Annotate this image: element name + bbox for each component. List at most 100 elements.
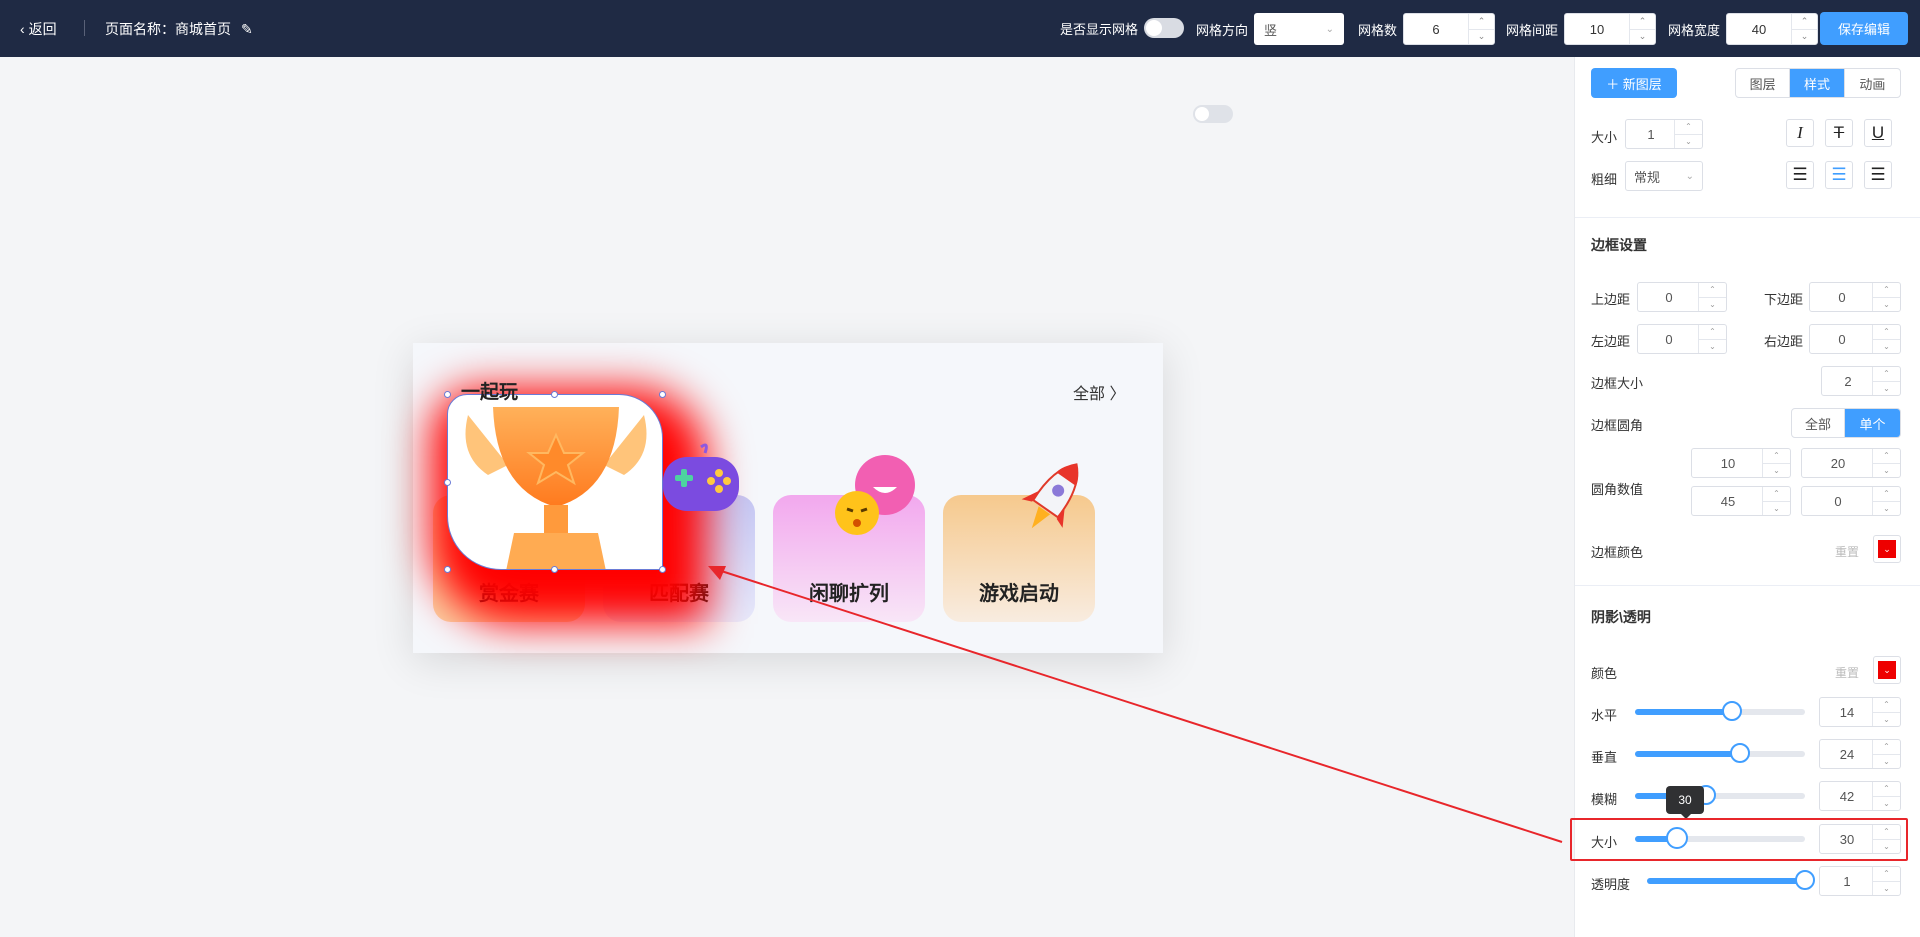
increment-icon[interactable]: ⌃ [1763,449,1790,464]
resize-handle-b[interactable] [551,566,558,573]
decrement-icon[interactable]: ⌄ [1699,298,1726,312]
shadow-x-slider[interactable] [1635,701,1805,721]
increment-icon[interactable]: ⌃ [1873,449,1900,464]
border-color-picker[interactable]: ⌄ [1873,535,1901,563]
decrement-icon[interactable]: ⌄ [1630,30,1655,45]
opacity-input[interactable]: 1 ⌃ ⌄ [1819,866,1901,896]
show-grid-toggle[interactable] [1144,18,1185,38]
top-toolbar: ‹ 返回 页面名称：商城首页 ✎ 是否显示网格 网格方向 竖 ⌄ 网格数 6 ⌃… [0,0,1920,57]
decrement-icon[interactable]: ⌄ [1873,755,1900,769]
emoji-icon [835,455,915,535]
align-left-icon[interactable]: ☰ [1786,161,1814,189]
decrement-icon[interactable]: ⌄ [1792,30,1817,45]
divider [1575,217,1920,218]
grid-gap-input[interactable]: 10 ⌃ ⌄ [1564,13,1657,45]
resize-handle-l[interactable] [444,479,451,486]
shadow-color-reset[interactable]: 重置 [1835,664,1859,681]
radius-mode-all[interactable]: 全部 [1792,409,1846,437]
radius-bl-input[interactable]: 45 ⌃ ⌄ [1691,486,1791,516]
selected-image-element[interactable] [447,394,663,570]
decrement-icon[interactable]: ⌄ [1873,340,1900,354]
decrement-icon[interactable]: ⌄ [1873,713,1900,727]
tab-layers[interactable]: 图层 [1736,69,1791,97]
decrement-icon[interactable]: ⌄ [1699,340,1726,354]
resize-handle-br[interactable] [659,566,666,573]
increment-icon[interactable]: ⌃ [1763,487,1790,502]
italic-icon[interactable]: I [1786,119,1814,147]
view-all-link[interactable]: 全部 〉 [1073,380,1125,404]
resize-handle-bl[interactable] [444,566,451,573]
margin-top-input[interactable]: 0 ⌃ ⌄ [1637,282,1727,312]
shadow-blur-input[interactable]: 42 ⌃ ⌄ [1819,781,1901,811]
increment-icon[interactable]: ⌃ [1873,325,1900,340]
underline-icon[interactable]: U [1864,119,1892,147]
decrement-icon[interactable]: ⌄ [1873,298,1900,312]
resize-handle-t[interactable] [551,391,558,398]
shadow-y-slider[interactable] [1635,743,1805,763]
decrement-icon[interactable]: ⌄ [1763,464,1790,478]
increment-icon[interactable]: ⌃ [1792,14,1818,30]
grid-count-input[interactable]: 6 ⌃ ⌄ [1403,13,1496,45]
increment-icon[interactable]: ⌃ [1675,120,1702,135]
back-button[interactable]: ‹ 返回 [20,19,57,39]
margin-right-input[interactable]: 0 ⌃ ⌄ [1809,324,1901,354]
strikethrough-icon[interactable]: T [1825,119,1853,147]
increment-icon[interactable]: ⌃ [1630,14,1656,30]
canvas-toggle[interactable] [1193,105,1233,123]
shadow-y-input[interactable]: 24 ⌃ ⌄ [1819,739,1901,769]
slider-thumb[interactable] [1730,743,1751,763]
radius-br-input[interactable]: 0 ⌃ ⌄ [1801,486,1901,516]
decrement-icon[interactable]: ⌄ [1873,502,1900,516]
radius-tl-input[interactable]: 10 ⌃ ⌄ [1691,448,1791,478]
highlight-box [1570,818,1908,861]
increment-icon[interactable]: ⌃ [1699,325,1726,340]
save-button[interactable]: 保存编辑 [1820,12,1908,45]
decrement-icon[interactable]: ⌄ [1873,382,1900,396]
decrement-icon[interactable]: ⌄ [1469,30,1494,45]
decrement-icon[interactable]: ⌄ [1873,882,1900,896]
increment-icon[interactable]: ⌃ [1873,740,1900,755]
radius-mode: 全部 单个 [1791,408,1901,438]
align-center-icon[interactable]: ☰ [1825,161,1853,189]
resize-handle-tr[interactable] [659,391,666,398]
increment-icon[interactable]: ⌃ [1873,698,1900,713]
game-card-component[interactable]: 一起玩 全部 〉 赏金赛 匹配赛 闲聊扩列 游戏启动 [413,343,1163,653]
align-right-icon[interactable]: ☰ [1864,161,1892,189]
increment-icon[interactable]: ⌃ [1873,367,1900,382]
grid-direction-select[interactable]: 竖 ⌄ [1254,13,1345,45]
opacity-slider[interactable] [1647,870,1815,890]
slider-thumb[interactable] [1795,870,1815,890]
tab-animation[interactable]: 动画 [1845,69,1900,97]
border-color-reset[interactable]: 重置 [1835,543,1859,560]
increment-icon[interactable]: ⌃ [1469,14,1495,30]
radius-values-label: 圆角数值 [1591,482,1644,497]
margin-bottom-input[interactable]: 0 ⌃ ⌄ [1809,282,1901,312]
decrement-icon[interactable]: ⌄ [1763,502,1790,516]
increment-icon[interactable]: ⌃ [1873,283,1900,298]
increment-icon[interactable]: ⌃ [1873,867,1900,882]
tab-style[interactable]: 样式 [1790,69,1845,97]
radius-mode-single[interactable]: 单个 [1845,409,1900,437]
radius-tr-input[interactable]: 20 ⌃ ⌄ [1801,448,1901,478]
weight-select[interactable]: 常规 ⌄ [1625,161,1703,191]
increment-icon[interactable]: ⌃ [1699,283,1726,298]
rocket-icon [1021,463,1079,529]
new-layer-button[interactable]: ＋ 新图层 [1591,68,1677,98]
resize-handle-tl[interactable] [444,391,451,398]
shadow-blur-slider[interactable] [1635,785,1805,805]
border-size-input[interactable]: 2 ⌃ ⌄ [1821,366,1901,396]
decrement-icon[interactable]: ⌄ [1873,464,1900,478]
shadow-color-picker[interactable]: ⌄ [1873,656,1901,684]
font-size-input[interactable]: 1 ⌃ ⌄ [1625,119,1703,149]
increment-icon[interactable]: ⌃ [1873,782,1900,797]
chevron-left-icon: ‹ [20,21,25,37]
increment-icon[interactable]: ⌃ [1873,487,1900,502]
edit-icon[interactable]: ✎ [241,21,253,38]
grid-width-input[interactable]: 40 ⌃ ⌄ [1726,13,1819,45]
decrement-icon[interactable]: ⌄ [1675,135,1702,149]
shadow-x-input[interactable]: 14 ⌃ ⌄ [1819,697,1901,727]
grid-width: 网格宽度 40 ⌃ ⌄ [1668,13,1819,45]
decrement-icon[interactable]: ⌄ [1873,797,1900,811]
slider-thumb[interactable] [1721,701,1742,721]
margin-left-input[interactable]: 0 ⌃ ⌄ [1637,324,1727,354]
